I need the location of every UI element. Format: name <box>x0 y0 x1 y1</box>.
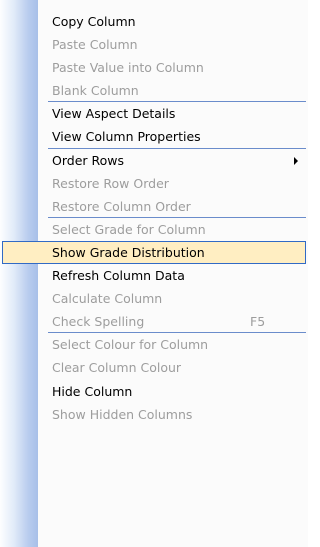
menu-item-restore-row-order[interactable]: Restore Row Order <box>0 172 308 195</box>
menu-item-calculate-column[interactable]: Calculate Column <box>0 287 308 310</box>
menu-item-label: Select Grade for Column <box>52 221 206 237</box>
menu-item-label: Check Spelling <box>52 314 145 330</box>
menu-item-label: Paste Column <box>52 37 138 53</box>
menu-item-label: Clear Column Colour <box>52 360 182 376</box>
menu-item-label: Show Grade Distribution <box>52 244 205 260</box>
menu-item-view-aspect-details[interactable]: View Aspect Details <box>0 102 308 125</box>
menu-item-restore-column-order[interactable]: Restore Column Order <box>0 195 308 218</box>
menu-item-label: Copy Column <box>52 14 136 29</box>
context-menu: Copy Column Paste Column Paste Value int… <box>0 0 308 547</box>
menu-item-label: Calculate Column <box>52 291 163 307</box>
menu-item-label: Restore Column Order <box>52 198 191 214</box>
menu-item-order-rows[interactable]: Order Rows <box>0 149 308 172</box>
menu-item-check-spelling[interactable]: Check Spelling F5 <box>0 310 308 333</box>
menu-item-show-hidden-columns[interactable]: Show Hidden Columns <box>0 403 308 426</box>
menu-item-blank-column[interactable]: Blank Column <box>0 79 308 102</box>
menu-item-label: Restore Row Order <box>52 175 169 191</box>
submenu-arrow-icon <box>294 156 298 165</box>
menu-item-shortcut: F5 <box>250 314 266 330</box>
menu-items: Copy Column Paste Column Paste Value int… <box>0 10 308 426</box>
menu-item-label: Select Colour for Column <box>52 337 209 353</box>
menu-item-label: Refresh Column Data <box>52 268 185 284</box>
menu-item-label: Hide Column <box>52 383 133 399</box>
menu-item-label: View Column Properties <box>52 129 201 145</box>
menu-item-refresh-column-data[interactable]: Refresh Column Data <box>0 264 308 287</box>
menu-item-hide-column[interactable]: Hide Column <box>0 380 308 403</box>
menu-item-clear-column-colour[interactable]: Clear Column Colour <box>0 356 308 379</box>
menu-item-label: Blank Column <box>52 83 139 99</box>
menu-item-view-column-properties[interactable]: View Column Properties <box>0 125 308 148</box>
menu-item-select-colour-for-column[interactable]: Select Colour for Column <box>0 333 308 356</box>
menu-item-paste-value-into-column[interactable]: Paste Value into Column <box>0 56 308 79</box>
menu-item-label: Show Hidden Columns <box>52 406 193 422</box>
menu-item-label: Order Rows <box>52 152 125 168</box>
menu-item-label: Paste Value into Column <box>52 60 204 76</box>
menu-item-label: View Aspect Details <box>52 106 176 122</box>
menu-item-show-grade-distribution[interactable]: Show Grade Distribution <box>2 240 306 265</box>
menu-item-paste-column[interactable]: Paste Column <box>0 33 308 56</box>
menu-item-copy-column[interactable]: Copy Column <box>0 10 308 33</box>
menu-item-select-grade-for-column[interactable]: Select Grade for Column <box>0 218 308 241</box>
